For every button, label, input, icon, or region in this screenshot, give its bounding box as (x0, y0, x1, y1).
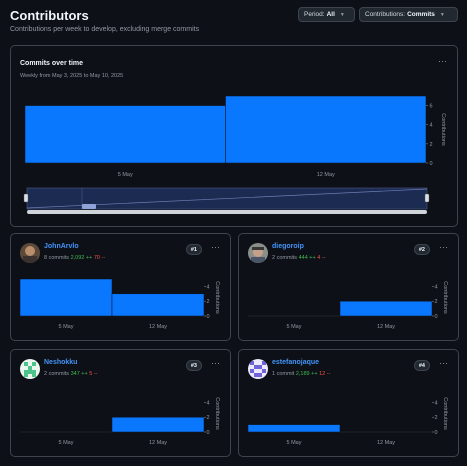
y-axis-label: Contributions (214, 397, 220, 430)
y-axis-label: Contributions (442, 397, 448, 430)
contributor-card: diegoroip 2 commits 444 ++ 4 -- #2 ··· 0… (238, 233, 459, 341)
x-tick-label: 5 May (287, 324, 302, 330)
chart-bar (225, 95, 427, 164)
y-tick-label: 4 (434, 400, 437, 406)
x-tick-label: 12 May (377, 440, 395, 446)
main-chart: 0 2 4 6 5 May 12 May Contributions (23, 95, 446, 214)
y-tick-label: 0 (206, 314, 209, 320)
x-tick-label: 5 May (59, 440, 74, 446)
y-tick-label: 0 (429, 161, 432, 167)
y-tick-label: 2 (206, 415, 209, 421)
chevron-down-icon: ▼ (339, 11, 345, 18)
contributor-chart: 0 2 4 5 May 12 May Contributions (20, 397, 220, 446)
x-tick-label: 12 May (317, 172, 335, 178)
x-tick-label: 5 May (118, 172, 133, 178)
range-handle-right[interactable] (424, 193, 430, 203)
contributor-card: Neshokku 2 commits 347 ++ 5 -- #3 ··· 02… (10, 349, 231, 457)
period-label: Period: (304, 11, 325, 18)
y-tick-label: 4 (434, 284, 437, 290)
contributions-dropdown[interactable]: Contributions: Commits ▼ (359, 7, 458, 22)
contributor-card: JohnArvlo 8 commits 2,092 ++ 70 -- #1 ··… (10, 233, 231, 341)
y-tick-label: 4 (206, 284, 209, 290)
page-title: Contributors (10, 8, 89, 23)
chart-bar (247, 424, 341, 433)
chart-bar (19, 278, 113, 317)
range-selector[interactable] (23, 187, 430, 214)
chart-bar (339, 300, 433, 317)
y-tick-label: 2 (206, 299, 209, 305)
y-axis-label: Contributions (442, 281, 448, 314)
chart-bar (111, 293, 205, 317)
commits-over-time-card: Commits over time Weekly from May 3, 202… (10, 45, 458, 227)
x-tick-label: 12 May (149, 324, 167, 330)
y-tick-label: 4 (429, 123, 432, 129)
y-axis-label: Contributions (214, 281, 220, 314)
y-tick-label: 0 (434, 430, 437, 436)
horizontal-scrollbar[interactable] (27, 210, 427, 214)
range-handle-left[interactable] (23, 193, 29, 203)
period-dropdown[interactable]: Period: All ▼ (298, 7, 355, 22)
contributions-value: Commits (407, 11, 435, 18)
y-axis-label: Contributions (440, 113, 446, 146)
y-tick-label: 6 (429, 104, 432, 110)
y-tick-label: 2 (429, 142, 432, 148)
chart-bar (111, 416, 205, 433)
y-tick-label: 2 (434, 415, 437, 421)
contributor-chart: 0 2 4 5 May 12 May Contributions (248, 281, 448, 330)
contributor-chart: 0 2 4 5 May 12 May Contributions (19, 278, 220, 330)
contributor-card: estefanojaque 1 commit 2,189 ++ 12 -- #4… (238, 349, 459, 457)
range-selector-label-box (82, 204, 96, 209)
x-tick-label: 5 May (287, 440, 302, 446)
chevron-down-icon: ▼ (439, 11, 445, 18)
y-tick-label: 4 (206, 400, 209, 406)
y-tick-label: 2 (434, 299, 437, 305)
page-subtitle: Contributions per week to develop, exclu… (10, 26, 200, 33)
contributions-label: Contributions: (365, 11, 406, 18)
x-tick-label: 5 May (59, 324, 74, 330)
y-tick-label: 0 (206, 430, 209, 436)
x-tick-label: 12 May (149, 440, 167, 446)
period-value: All (326, 11, 335, 18)
contributor-chart: 0 2 4 5 May 12 May Contributions (247, 397, 448, 446)
chart-bar (24, 105, 226, 164)
y-tick-label: 0 (434, 314, 437, 320)
x-tick-label: 12 May (377, 324, 395, 330)
